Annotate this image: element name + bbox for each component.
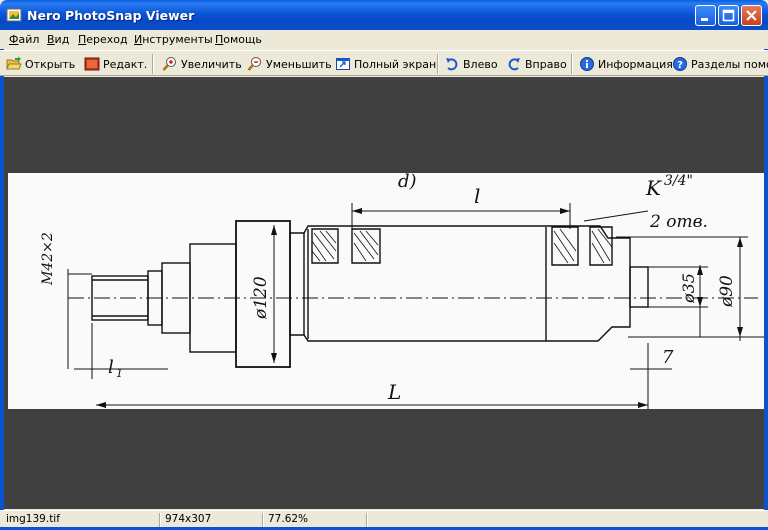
info-icon <box>580 57 594 71</box>
folder-open-icon <box>6 56 22 70</box>
zoom-in-button[interactable]: Увеличить <box>162 54 242 74</box>
menu-help-rest: омощь <box>223 33 262 46</box>
close-button[interactable] <box>741 5 762 26</box>
toolbar-separator <box>437 54 439 74</box>
window-border-right <box>764 30 768 530</box>
drawing-label-d90: ø90 <box>717 275 737 308</box>
window-title: Nero PhotoSnap Viewer <box>27 8 195 23</box>
fullscreen-button[interactable]: Полный экран <box>335 54 436 74</box>
drawing-label-sub: d) <box>398 173 417 192</box>
help-topics-button[interactable]: ? Разделы помощ <box>672 54 768 74</box>
toolbar-separator <box>571 54 573 74</box>
menu-go[interactable]: Переход <box>78 33 128 46</box>
menu-go-rest: ереход <box>86 33 128 46</box>
menu-file-rest: айл <box>18 33 40 46</box>
minimize-button[interactable] <box>695 5 716 26</box>
zoom-in-icon <box>162 57 176 71</box>
displayed-image: d) l K 3/4" 2 отв. l 1 L 7 ø120 ø35 ø90 … <box>8 173 764 409</box>
open-button[interactable]: Открыть <box>6 54 75 74</box>
rotate-right-icon <box>508 58 520 71</box>
drawing-label-l: l <box>474 184 480 208</box>
help-icon: ? <box>673 57 687 71</box>
zoom-in-label: Увеличить <box>181 57 242 71</box>
drawing-label-L: L <box>387 380 401 404</box>
maximize-button[interactable] <box>718 5 739 26</box>
drawing-label-holes: 2 отв. <box>649 212 708 232</box>
drawing-label-k-frac: 3/4" <box>664 173 693 189</box>
menu-file[interactable]: Файл <box>9 33 39 46</box>
rotate-left-button[interactable]: Влево <box>444 54 498 74</box>
drawing-label-7: 7 <box>662 347 674 368</box>
menu-view-key: В <box>47 33 55 46</box>
drawing-label-l1: l <box>108 357 114 378</box>
technical-drawing: d) l K 3/4" 2 отв. l 1 L 7 ø120 ø35 ø90 … <box>40 173 764 409</box>
drawing-label-d120: ø120 <box>251 276 271 320</box>
menu-tools-rest: нструменты <box>142 33 213 46</box>
menu-view-rest: ид <box>54 33 70 46</box>
rotate-right-label: Вправо <box>525 57 567 71</box>
toolbar: Открыть Редакт. Увеличить Уменьшить Полн <box>0 50 768 76</box>
svg-text:?: ? <box>677 60 683 71</box>
image-viewport[interactable]: d) l K 3/4" 2 отв. l 1 L 7 ø120 ø35 ø90 … <box>4 77 764 509</box>
drawing-label-k: K <box>645 176 662 200</box>
zoom-out-button[interactable]: Уменьшить <box>247 54 332 74</box>
zoom-out-icon <box>247 57 261 71</box>
app-icon <box>6 8 22 22</box>
edit-button[interactable]: Редакт. <box>84 54 147 74</box>
menu-help[interactable]: Помощь <box>215 33 262 46</box>
info-button[interactable]: Информация <box>579 54 673 74</box>
menu-tools-key: И <box>134 33 143 46</box>
open-label: Открыть <box>25 57 76 71</box>
drawing-label-l1-sub: 1 <box>116 367 123 380</box>
title-bar[interactable]: Nero PhotoSnap Viewer <box>0 0 768 30</box>
menu-bar: Файл Вид Переход Инструменты Помощь <box>0 30 768 49</box>
zoom-out-label: Уменьшить <box>266 57 332 71</box>
fullscreen-icon <box>336 58 350 70</box>
drawing-label-d35: ø35 <box>679 273 698 304</box>
rotate-left-label: Влево <box>463 57 498 71</box>
menu-view[interactable]: Вид <box>47 33 69 46</box>
edit-label: Редакт. <box>103 57 148 71</box>
fullscreen-label: Полный экран <box>354 57 437 71</box>
info-label: Информация <box>598 57 673 71</box>
help-topics-label: Разделы помощ <box>691 57 768 71</box>
edit-image-icon <box>84 57 100 71</box>
drawing-label-m42: M42×2 <box>40 232 56 286</box>
rotate-right-button[interactable]: Вправо <box>506 54 567 74</box>
menu-tools[interactable]: Инструменты <box>134 33 213 46</box>
toolbar-separator <box>152 54 154 74</box>
rotate-left-icon <box>446 58 458 71</box>
